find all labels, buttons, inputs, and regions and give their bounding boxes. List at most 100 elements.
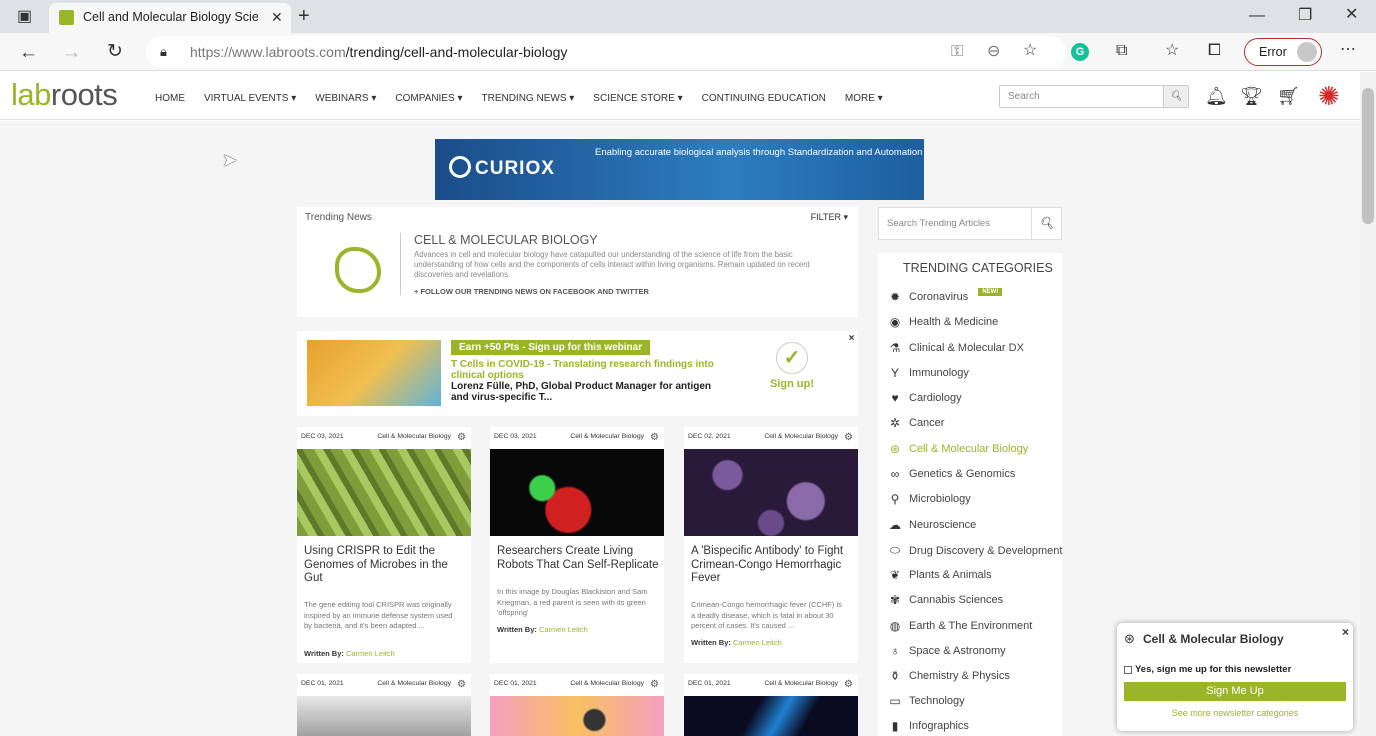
article-card[interactable]: DEC 03, 2021 Cell & Molecular Biology ⚙︎…: [297, 427, 471, 663]
lock-icon[interactable]: 🔒︎: [160, 45, 167, 58]
article-card[interactable]: DEC 01, 2021 Cell & Molecular Biology ⚙︎: [490, 674, 664, 736]
article-image[interactable]: [684, 696, 858, 736]
article-image[interactable]: [684, 449, 858, 536]
url-text[interactable]: https://www.labroots.com/trending/cell-a…: [190, 44, 567, 60]
category-drug-discovery[interactable]: ⬭ Drug Discovery & Development: [887, 543, 1063, 558]
category-neuroscience[interactable]: ☁︎ Neuroscience: [887, 518, 976, 532]
eye-icon: ◉: [889, 315, 901, 329]
close-window-icon[interactable]: ✕: [1345, 7, 1358, 23]
category-space[interactable]: ♁ Space & Astronomy: [887, 644, 1006, 658]
nav-continuing-education[interactable]: CONTINUING EDUCATION: [702, 93, 826, 104]
sidebar-toggle-icon[interactable]: ▣: [17, 9, 32, 25]
search-icon[interactable]: 🔍︎: [1163, 86, 1188, 107]
curiox-ad-banner[interactable]: CURIOX Enabling accurate biological anal…: [435, 139, 924, 200]
tab-close-icon[interactable]: ✕: [271, 10, 283, 24]
article-image[interactable]: [297, 696, 471, 736]
forward-icon[interactable]: →: [62, 43, 81, 62]
follow-link[interactable]: + FOLLOW OUR TRENDING NEWS ON FACEBOOK A…: [414, 287, 649, 296]
nav-companies[interactable]: COMPANIES ▾: [395, 93, 462, 104]
checkbox-icon[interactable]: [1124, 665, 1132, 674]
more-menu-icon[interactable]: ⋯: [1340, 42, 1356, 58]
article-title[interactable]: Researchers Create Living Robots That Ca…: [497, 545, 659, 572]
category-infographics[interactable]: ▮ Infographics: [887, 719, 969, 733]
author-link[interactable]: Carmen Leitch: [539, 625, 588, 634]
article-category[interactable]: Cell & Molecular Biology: [377, 680, 451, 687]
author-link[interactable]: Carmen Leitch: [346, 649, 395, 658]
article-image[interactable]: [490, 696, 664, 736]
trophy-icon[interactable]: 🏆︎: [1240, 87, 1263, 105]
sign-up-button[interactable]: Sign up!: [770, 378, 814, 390]
browser-tab[interactable]: Cell and Molecular Biology Scien ✕: [49, 3, 291, 33]
minimize-icon[interactable]: —: [1249, 8, 1265, 24]
article-category[interactable]: Cell & Molecular Biology: [377, 433, 451, 440]
article-image[interactable]: [490, 449, 664, 536]
webinar-promo-card[interactable]: Earn +50 Pts - Sign up for this webinar …: [297, 331, 858, 416]
collections-icon[interactable]: ⧠: [1208, 43, 1221, 59]
category-genetics[interactable]: ∞ Genetics & Genomics: [887, 467, 1016, 481]
category-microbiology[interactable]: ⚲ Microbiology: [887, 492, 971, 506]
extensions-icon[interactable]: ⧉: [1116, 43, 1127, 59]
favicon-icon: [59, 10, 74, 25]
newsletter-checkbox[interactable]: Yes, sign me up for this newsletter: [1124, 664, 1291, 675]
grammarly-icon[interactable]: G: [1071, 43, 1089, 61]
article-card[interactable]: DEC 03, 2021 Cell & Molecular Biology ⚙︎…: [490, 427, 664, 663]
trending-header-card: Trending News FILTER ▾ CELL & MOLECULAR …: [297, 207, 858, 317]
new-tab-icon[interactable]: +: [298, 6, 310, 26]
filter-button[interactable]: FILTER ▾: [811, 212, 848, 223]
labroots-logo[interactable]: labroots: [11, 77, 118, 113]
category-immunology[interactable]: Y Immunology: [887, 366, 969, 380]
test-tube-icon: ⚗︎: [889, 341, 901, 355]
category-cannabis[interactable]: ✾ Cannabis Sciences: [887, 593, 1003, 607]
nav-trending-news[interactable]: TRENDING NEWS ▾: [481, 93, 574, 104]
scrollbar-thumb[interactable]: [1362, 88, 1374, 224]
article-card[interactable]: DEC 01, 2021 Cell & Molecular Biology ⚙︎: [684, 674, 858, 736]
site-search-input[interactable]: Search 🔍︎: [999, 85, 1189, 108]
back-icon[interactable]: ←: [19, 43, 38, 62]
article-title[interactable]: Using CRISPR to Edit the Genomes of Micr…: [304, 545, 466, 586]
category-health-medicine[interactable]: ◉ Health & Medicine: [887, 315, 999, 329]
virus-icon: ✹: [889, 290, 901, 304]
nav-webinars[interactable]: WEBINARS ▾: [315, 93, 376, 104]
profile-error-button[interactable]: Error: [1244, 38, 1322, 66]
nav-virtual-events[interactable]: VIRTUAL EVENTS ▾: [204, 93, 296, 104]
sign-me-up-button[interactable]: Sign Me Up: [1124, 682, 1346, 701]
favorites-icon[interactable]: ☆: [1165, 43, 1179, 59]
category-clinical-dx[interactable]: ⚗︎ Clinical & Molecular DX: [887, 341, 1024, 355]
category-cardiology[interactable]: ♥︎ Cardiology: [887, 391, 961, 405]
nav-more[interactable]: MORE ▾: [845, 93, 883, 104]
close-webinar-icon[interactable]: ×: [845, 332, 858, 345]
key-icon[interactable]: ⚿: [951, 44, 963, 60]
category-cell-molecular-biology[interactable]: ⊛ Cell & Molecular Biology: [887, 442, 1028, 456]
article-category[interactable]: Cell & Molecular Biology: [764, 433, 838, 440]
webinar-title[interactable]: T Cells in COVID-19 - Translating resear…: [451, 359, 731, 381]
author-link[interactable]: Carmen Leitch: [733, 638, 782, 647]
checkmark-icon[interactable]: ✓: [776, 342, 808, 374]
cart-icon[interactable]: 🛒︎: [1277, 87, 1300, 105]
article-card[interactable]: DEC 02, 2021 Cell & Molecular Biology ⚙︎…: [684, 427, 858, 663]
article-category[interactable]: Cell & Molecular Biology: [570, 433, 644, 440]
article-category[interactable]: Cell & Molecular Biology: [764, 680, 838, 687]
article-category[interactable]: Cell & Molecular Biology: [570, 680, 644, 687]
favorite-add-icon[interactable]: ☆: [1023, 43, 1037, 59]
nav-science-store[interactable]: SCIENCE STORE ▾: [593, 93, 682, 104]
article-image[interactable]: [297, 449, 471, 536]
article-title[interactable]: A 'Bispecific Antibody' to Fight Crimean…: [691, 545, 853, 586]
user-avatar-icon[interactable]: ✺: [1318, 81, 1340, 112]
category-earth[interactable]: ◍ Earth & The Environment: [887, 619, 1033, 633]
article-card[interactable]: DEC 01, 2021 Cell & Molecular Biology ⚙︎: [297, 674, 471, 736]
more-newsletters-link[interactable]: See more newsletter categories: [1117, 708, 1353, 718]
trending-search-input[interactable]: Search Trending Articles 🔍︎: [878, 207, 1062, 240]
search-icon[interactable]: 🔍︎: [1031, 208, 1061, 239]
refresh-icon[interactable]: ↻: [107, 42, 123, 61]
close-popup-icon[interactable]: ×: [1342, 625, 1349, 639]
category-plants-animals[interactable]: ❦ Plants & Animals: [887, 568, 992, 582]
category-cancer[interactable]: ✲ Cancer: [887, 416, 945, 430]
restore-icon[interactable]: ❐: [1298, 8, 1312, 24]
nav-home[interactable]: HOME: [155, 93, 185, 104]
category-technology[interactable]: ▭ Technology: [887, 694, 964, 708]
category-chemistry[interactable]: ⚱︎ Chemistry & Physics: [887, 669, 1010, 683]
banner-tagline: Enabling accurate biological analysis th…: [595, 147, 923, 158]
zoom-icon[interactable]: ⊖: [987, 44, 1000, 60]
bell-icon[interactable]: 🔔︎: [1205, 87, 1228, 105]
category-coronavirus[interactable]: ✹ Coronavirus NEW!: [887, 288, 1003, 304]
